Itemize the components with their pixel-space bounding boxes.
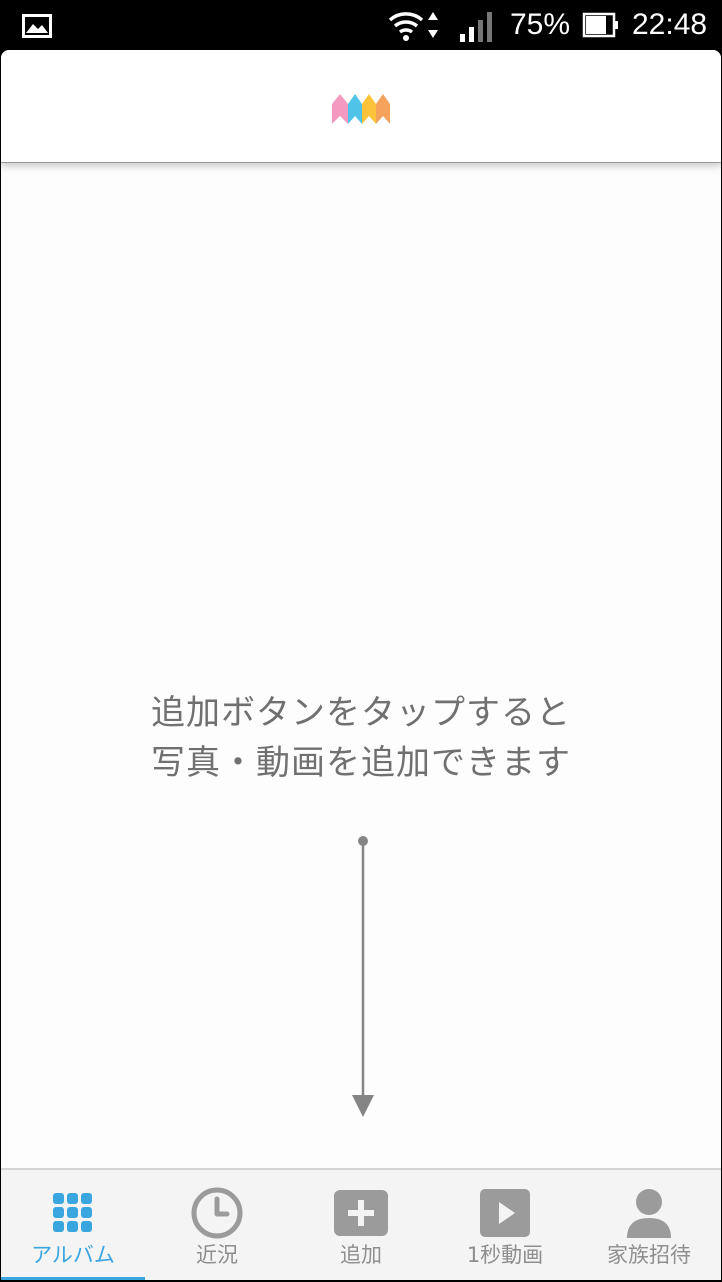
battery-icon bbox=[582, 12, 618, 38]
status-bar: 75% 22:48 bbox=[0, 0, 722, 50]
clock-icon bbox=[191, 1187, 243, 1239]
empty-state-line-2: 写真・動画を追加できます bbox=[151, 743, 571, 783]
data-activity-icon bbox=[428, 12, 438, 38]
nav-item-album[interactable]: アルバム bbox=[1, 1170, 145, 1280]
empty-state-message: 追加ボタンをタップすると 写真・動画を追加できます bbox=[1, 688, 721, 788]
status-icons: 75% 22:48 bbox=[382, 0, 722, 50]
down-arrow-icon bbox=[352, 836, 374, 1117]
nav-label-invite-family: 家族招待 bbox=[607, 1243, 691, 1267]
empty-state-line-1: 追加ボタンをタップすると bbox=[151, 693, 571, 733]
album-empty-area: 追加ボタンをタップすると 写真・動画を追加できます bbox=[1, 163, 721, 1168]
nav-label-one-second-video: 1秒動画 bbox=[466, 1243, 544, 1267]
bottom-navigation: アルバム 近況 追加 1秒動画 家族招待 bbox=[1, 1168, 721, 1280]
plus-icon bbox=[334, 1190, 388, 1236]
battery-percent: 75% bbox=[510, 8, 571, 41]
nav-label-album: アルバム bbox=[31, 1243, 115, 1267]
clock-time: 22:48 bbox=[632, 8, 708, 41]
nav-label-add: 追加 bbox=[340, 1243, 382, 1267]
grid-icon bbox=[53, 1193, 92, 1232]
person-icon bbox=[627, 1189, 671, 1238]
nav-item-add[interactable]: 追加 bbox=[289, 1170, 433, 1280]
gallery-icon bbox=[22, 14, 52, 38]
signal-icon bbox=[460, 12, 492, 42]
wifi-icon bbox=[388, 12, 424, 41]
active-tab-indicator bbox=[1, 1277, 145, 1280]
nav-item-one-second-video[interactable]: 1秒動画 bbox=[433, 1170, 577, 1280]
phone-screen: 75% 22:48 追加ボタンをタップすると 写真・動画を追加できます アルバム… bbox=[0, 0, 722, 1282]
nav-label-recent: 近況 bbox=[196, 1243, 238, 1267]
nav-item-invite-family[interactable]: 家族招待 bbox=[577, 1170, 721, 1280]
play-icon bbox=[480, 1189, 530, 1237]
m-logo-icon bbox=[332, 94, 390, 124]
app-header bbox=[1, 50, 721, 163]
nav-item-recent[interactable]: 近況 bbox=[145, 1170, 289, 1280]
app-window: 追加ボタンをタップすると 写真・動画を追加できます アルバム 近況 追加 1秒動… bbox=[1, 50, 721, 1280]
